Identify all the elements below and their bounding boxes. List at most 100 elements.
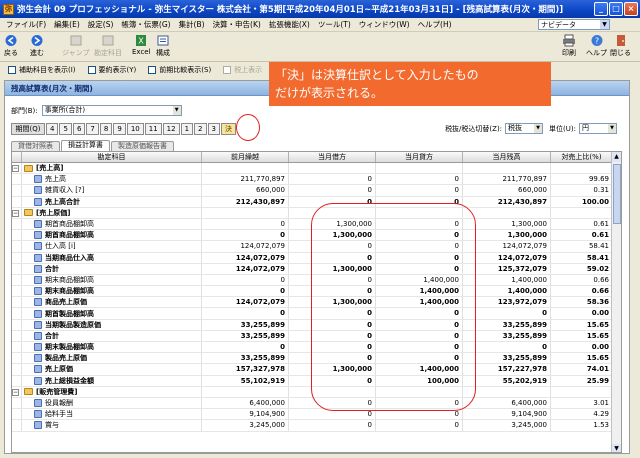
collapse-icon[interactable]: − (12, 165, 19, 172)
balance-cell: 1,300,000 (463, 230, 551, 241)
debit-cell: 1,300,000 (289, 218, 376, 230)
period-4[interactable]: 4 (46, 123, 59, 135)
table-row[interactable]: 期首商品棚卸高 0 1,300,000 0 1,300,000 0.61 (12, 218, 621, 231)
ratio-cell: 99.69 (551, 174, 613, 185)
collapse-icon[interactable]: − (12, 209, 19, 217)
prev-compare-checkbox[interactable]: 前期比較表示(S) (148, 65, 211, 75)
table-row[interactable]: 製品売上原価 33,255,899 0 0 33,255,899 15.65 (12, 353, 621, 365)
table-row[interactable]: 給料手当 9,104,900 0 0 9,104,900 4.29 (12, 409, 621, 421)
table-row[interactable]: 期首製品棚卸高 0 0 0 0 0.00 (12, 308, 621, 320)
row-expander-cell (12, 353, 22, 364)
balance-cell: 125,372,079 (463, 263, 551, 274)
table-row[interactable]: 期首商品棚卸高 0 1,300,000 0 1,300,000 0.61 (12, 230, 621, 242)
account-icon (34, 220, 42, 229)
table-row[interactable]: 売上高 211,770,897 0 0 211,770,897 99.69 (12, 174, 621, 186)
menu-closing[interactable]: 決算・申告(K) (209, 19, 265, 30)
period-6[interactable]: 6 (72, 123, 86, 135)
table-row[interactable]: 期末商品棚卸高 0 0 1,400,000 1,400,000 0.66 (12, 274, 621, 287)
table-row[interactable]: 商品売上原価 124,072,079 1,300,000 1,400,000 123,9… (12, 297, 621, 309)
excel-button[interactable]: X Excel (132, 34, 151, 56)
department-dropdown[interactable]: 事業所(合計) ▼ (41, 105, 182, 116)
tab-income-statement[interactable]: 損益計算書 (61, 140, 110, 151)
table-row[interactable]: 合計 33,255,899 0 0 33,255,899 15.65 (12, 330, 621, 342)
tab-balance-sheet[interactable]: 貸借対照表 (11, 141, 60, 151)
menu-extensions[interactable]: 拡張機能(X) (265, 19, 314, 30)
prev-balance-cell: 0 (202, 286, 289, 297)
table-row[interactable]: 雑貨収入 [?] 660,000 0 0 660,000 0.31 (12, 185, 621, 197)
vertical-scrollbar[interactable]: ▲ ▼ (611, 152, 621, 452)
navidata-dropdown[interactable]: ナビデータ ▼ (538, 19, 610, 30)
period-7[interactable]: 7 (86, 123, 99, 135)
back-button[interactable]: 戻る (4, 34, 18, 58)
compose-button[interactable]: 構成 (156, 34, 170, 58)
tax-dropdown[interactable]: 税抜 ▼ (505, 123, 544, 134)
menu-books[interactable]: 帳簿・伝票(G) (117, 19, 174, 30)
table-row[interactable]: − [売上高] (12, 163, 621, 175)
close-button[interactable]: 閉じる (610, 34, 631, 58)
account-button[interactable]: 勘定科目 (94, 34, 122, 58)
help-button[interactable]: ? ヘルプ (586, 34, 607, 58)
table-row[interactable]: 売上原価 157,327,978 1,300,000 1,400,000 157,227… (12, 364, 621, 376)
menu-aggregate[interactable]: 集計(B) (175, 19, 209, 30)
table-row[interactable]: − [売上原価] (12, 207, 621, 219)
menu-settings[interactable]: 設定(S) (84, 19, 118, 30)
table-row[interactable]: 賞与 3,245,000 0 0 3,245,000 1.53 (12, 420, 621, 432)
forward-button[interactable]: 進む (30, 34, 44, 58)
table-row[interactable]: 合計 124,072,079 1,300,000 0 125,372,079 59.02 (12, 263, 621, 275)
period-9[interactable]: 9 (113, 123, 126, 135)
header-prev: 前月繰越 (202, 152, 289, 162)
unit-dropdown[interactable]: 円 ▼ (579, 123, 617, 134)
table-row[interactable]: 期末製品棚卸高 0 0 0 0 0.00 (12, 342, 621, 354)
toolbar: 戻る 進む ジャンプ 勘定科目 X Excel 構成 印刷 ? ヘルプ 閉じる (0, 32, 640, 62)
scroll-thumb[interactable] (613, 164, 621, 224)
prev-balance-cell (202, 386, 289, 397)
period-8[interactable]: 8 (99, 123, 113, 135)
callout-line-1: 「決」は決算仕訳として入力したもの (275, 68, 479, 82)
sub-accounts-checkbox[interactable]: 補助科目を表示(I) (8, 65, 76, 75)
table-row[interactable]: 売上総損益金額 55,102,919 0 100,000 55,202,919 25.99 (12, 375, 621, 387)
menu-tools[interactable]: ツール(T) (314, 19, 355, 30)
table-row[interactable]: 売上高合計 212,430,897 0 0 212,430,897 100.00 (12, 196, 621, 208)
summary-checkbox[interactable]: 要約表示(Y) (87, 65, 136, 75)
period-1[interactable]: 1 (180, 123, 194, 135)
period-12[interactable]: 12 (162, 123, 180, 135)
period-3[interactable]: 3 (207, 123, 220, 135)
period-5[interactable]: 5 (59, 123, 72, 135)
tax-display-checkbox[interactable]: 税上表示 (223, 65, 262, 75)
menu-window[interactable]: ウィンドウ(W) (355, 19, 414, 30)
row-expander-cell (12, 375, 22, 386)
prev-balance-cell: 660,000 (202, 185, 289, 196)
chevron-down-icon: ▼ (608, 124, 616, 133)
row-expander-cell (12, 420, 22, 431)
credit-cell: 100,000 (376, 375, 463, 386)
jump-button[interactable]: ジャンプ (62, 34, 89, 58)
credit-cell: 1,400,000 (376, 286, 463, 297)
table-row[interactable]: 当期製品製造原価 33,255,899 0 0 33,255,899 15.65 (12, 319, 621, 331)
scroll-down-icon[interactable]: ▼ (612, 444, 621, 452)
tab-manufacturing-cost[interactable]: 製造原価報告書 (111, 141, 174, 151)
print-button[interactable]: 印刷 (562, 34, 576, 58)
table-row[interactable]: 仕入高 [i] 124,072,079 0 0 124,072,079 58.41 (12, 241, 621, 253)
trial-balance-table: 勘定科目 前月繰越 当月借方 当月貸方 当月残高 対売上比(%) − [売上高] 売… (11, 151, 622, 453)
period-kessan[interactable]: 決 (220, 123, 236, 135)
collapse-icon[interactable]: − (12, 388, 19, 396)
menu-edit[interactable]: 編集(E) (50, 19, 84, 30)
debit-cell: 0 (289, 375, 376, 386)
menu-file[interactable]: ファイル(F) (2, 19, 50, 30)
table-row[interactable]: 期末商品棚卸高 0 0 1,400,000 1,400,000 0.66 (12, 286, 621, 298)
table-row[interactable]: − [販売管理費] (12, 386, 621, 398)
maximize-button[interactable]: □ (609, 2, 623, 16)
credit-cell: 0 (376, 241, 463, 252)
forward-arrow-icon (31, 35, 43, 46)
minimize-button[interactable]: _ (594, 2, 608, 16)
table-row[interactable]: 役員報酬 6,400,000 0 0 6,400,000 3.01 (12, 397, 621, 410)
period-10[interactable]: 10 (126, 123, 144, 135)
row-expander-cell (12, 330, 22, 341)
table-row[interactable]: 当期商品仕入高 124,072,079 0 0 124,072,079 58.41 (12, 252, 621, 264)
chevron-down-icon: ▼ (172, 106, 181, 115)
scroll-up-icon[interactable]: ▲ (612, 152, 621, 162)
menu-help[interactable]: ヘルプ(H) (414, 19, 456, 30)
period-2[interactable]: 2 (194, 123, 207, 135)
period-11[interactable]: 11 (144, 123, 162, 135)
close-window-button[interactable]: × (624, 2, 638, 16)
